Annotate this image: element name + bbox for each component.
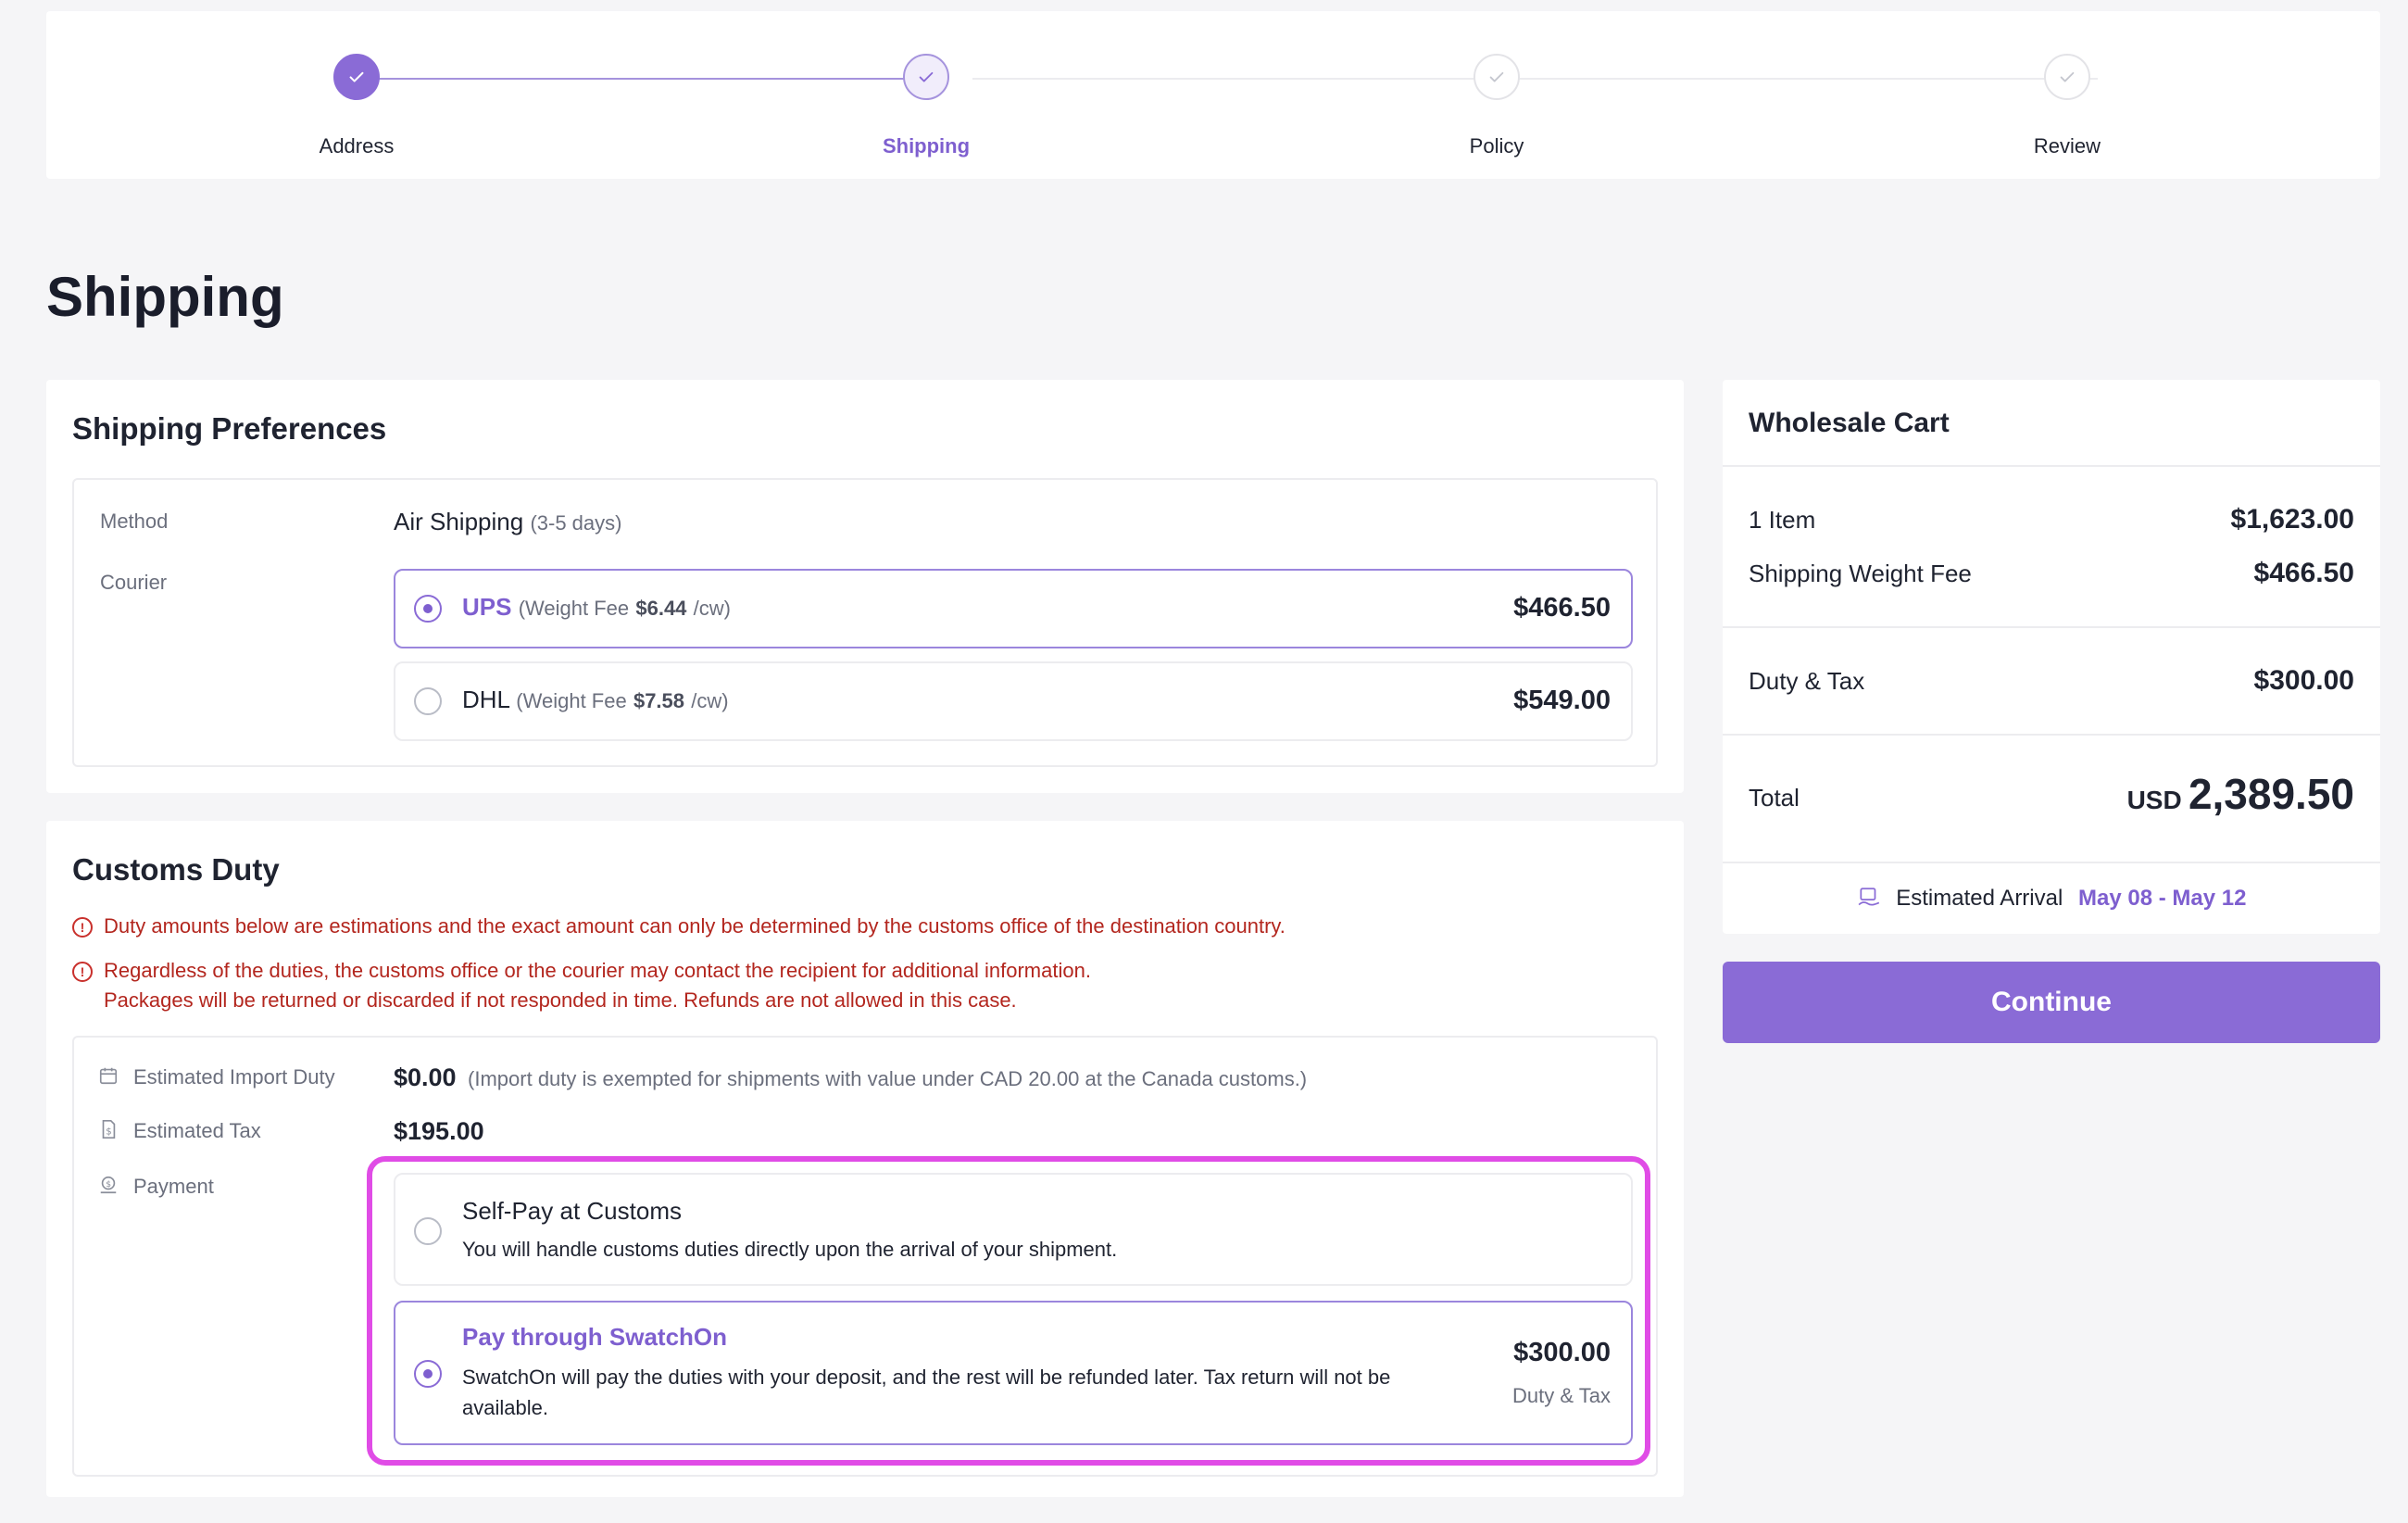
checkout-stepper: Address Shipping Policy Review	[46, 11, 2380, 179]
estimated-arrival: Estimated Arrival May 08 - May 12	[1723, 886, 2380, 912]
page-title: Shipping	[46, 266, 284, 328]
method-value: Air Shipping (3-5 days)	[394, 508, 621, 536]
method-days: (3-5 days)	[530, 511, 622, 535]
fee-value: $6.44	[635, 597, 687, 620]
warning-icon: !	[72, 917, 93, 938]
cart-title: Wholesale Cart	[1749, 408, 1950, 438]
courier-price: $549.00	[1513, 686, 1611, 715]
payment-icon: $	[100, 1176, 117, 1194]
divider	[1723, 734, 2380, 736]
method-name: Air Shipping	[394, 508, 524, 535]
payment-label: Payment	[133, 1175, 214, 1198]
import-duty-label: Estimated Import Duty	[133, 1065, 335, 1089]
receipt-icon: $	[102, 1120, 116, 1139]
method-label: Method	[100, 510, 169, 533]
fee-prefix: (Weight Fee	[516, 689, 627, 712]
warning-text: Packages will be returned or discarded i…	[104, 988, 1017, 1012]
divider	[1723, 465, 2380, 467]
fee-suffix: /cw)	[693, 597, 731, 620]
step-label: Address	[319, 134, 395, 157]
check-icon	[903, 54, 949, 100]
check-icon	[333, 54, 380, 100]
shipping-preferences-box: Method Air Shipping (3-5 days) Courier U…	[72, 478, 1658, 767]
shipping-preferences-title: Shipping Preferences	[72, 411, 387, 446]
svg-text:$: $	[106, 1127, 111, 1138]
customs-duty-title: Customs Duty	[72, 852, 280, 887]
fee-suffix: /cw)	[691, 689, 729, 712]
calendar-icon	[99, 1067, 118, 1085]
courier-name: UPS (Weight Fee $6.44 /cw)	[462, 593, 731, 622]
courier-option-dhl[interactable]: DHL (Weight Fee $7.58 /cw) $549.00	[394, 661, 1633, 741]
cart-total-value: 2,389.50	[2188, 770, 2354, 818]
cart-total-row: Total USD 2,389.50	[1749, 770, 2354, 818]
courier-price: $466.50	[1513, 593, 1611, 623]
step-label: Policy	[1469, 134, 1524, 157]
radio-button[interactable]	[414, 687, 442, 715]
import-duty-row: $0.00 (Import duty is exempted for shipm…	[394, 1064, 1307, 1092]
payment-highlight-box	[367, 1156, 1650, 1466]
shipping-preferences-card: Shipping Preferences Method Air Shipping…	[46, 380, 1684, 793]
arrival-label: Estimated Arrival	[1896, 886, 2063, 911]
divider	[1723, 626, 2380, 628]
import-duty-value: $0.00	[394, 1064, 457, 1091]
check-icon	[2044, 54, 2090, 100]
courier-name-text: DHL	[462, 686, 510, 713]
courier-name: DHL (Weight Fee $7.58 /cw)	[462, 686, 729, 714]
tax-value: $195.00	[394, 1117, 484, 1145]
stepper-remaining-line	[972, 78, 2098, 80]
cart-duty-label: Duty & Tax	[1749, 667, 1865, 695]
courier-label: Courier	[100, 571, 168, 594]
warning-text: Duty amounts below are estimations and t…	[104, 914, 1286, 938]
cart-duty-value: $300.00	[2253, 665, 2354, 696]
wholesale-cart-card: Wholesale Cart 1 Item $1,623.00 Shipping…	[1723, 380, 2380, 934]
import-duty-note: (Import duty is exempted for shipments w…	[468, 1067, 1308, 1090]
cart-weight-value: $466.50	[2253, 558, 2354, 588]
radio-button[interactable]	[414, 595, 442, 623]
courier-option-ups[interactable]: UPS (Weight Fee $6.44 /cw) $466.50	[394, 569, 1633, 648]
delivery-icon	[1858, 887, 1879, 906]
cart-items-label: 1 Item	[1749, 506, 1816, 534]
fee-prefix: (Weight Fee	[518, 597, 630, 620]
cart-items-value: $1,623.00	[2230, 504, 2354, 535]
warning-text: Regardless of the duties, the customs of…	[104, 959, 1091, 982]
stepper-progress-line	[357, 78, 927, 80]
cart-weight-row: Shipping Weight Fee $466.50	[1749, 558, 2354, 588]
step-label: Review	[2033, 134, 2101, 157]
divider	[1723, 862, 2380, 863]
cart-items-row: 1 Item $1,623.00	[1749, 504, 2354, 535]
courier-name-text: UPS	[462, 593, 512, 621]
cart-total-currency: USD	[2126, 786, 2182, 814]
cart-total: USD 2,389.50	[2127, 769, 2354, 819]
arrival-value: May 08 - May 12	[2077, 886, 2247, 911]
tax-label: Estimated Tax	[133, 1119, 261, 1142]
warning-icon: !	[72, 962, 93, 982]
check-icon	[1474, 54, 1520, 100]
fee-value: $7.58	[633, 689, 685, 712]
svg-text:$: $	[106, 1179, 111, 1189]
cart-duty-row: Duty & Tax $300.00	[1749, 665, 2354, 696]
continue-button[interactable]: Continue	[1723, 962, 2380, 1043]
step-label: Shipping	[882, 134, 971, 157]
cart-weight-label: Shipping Weight Fee	[1749, 560, 1972, 587]
cart-total-label: Total	[1749, 784, 1800, 812]
